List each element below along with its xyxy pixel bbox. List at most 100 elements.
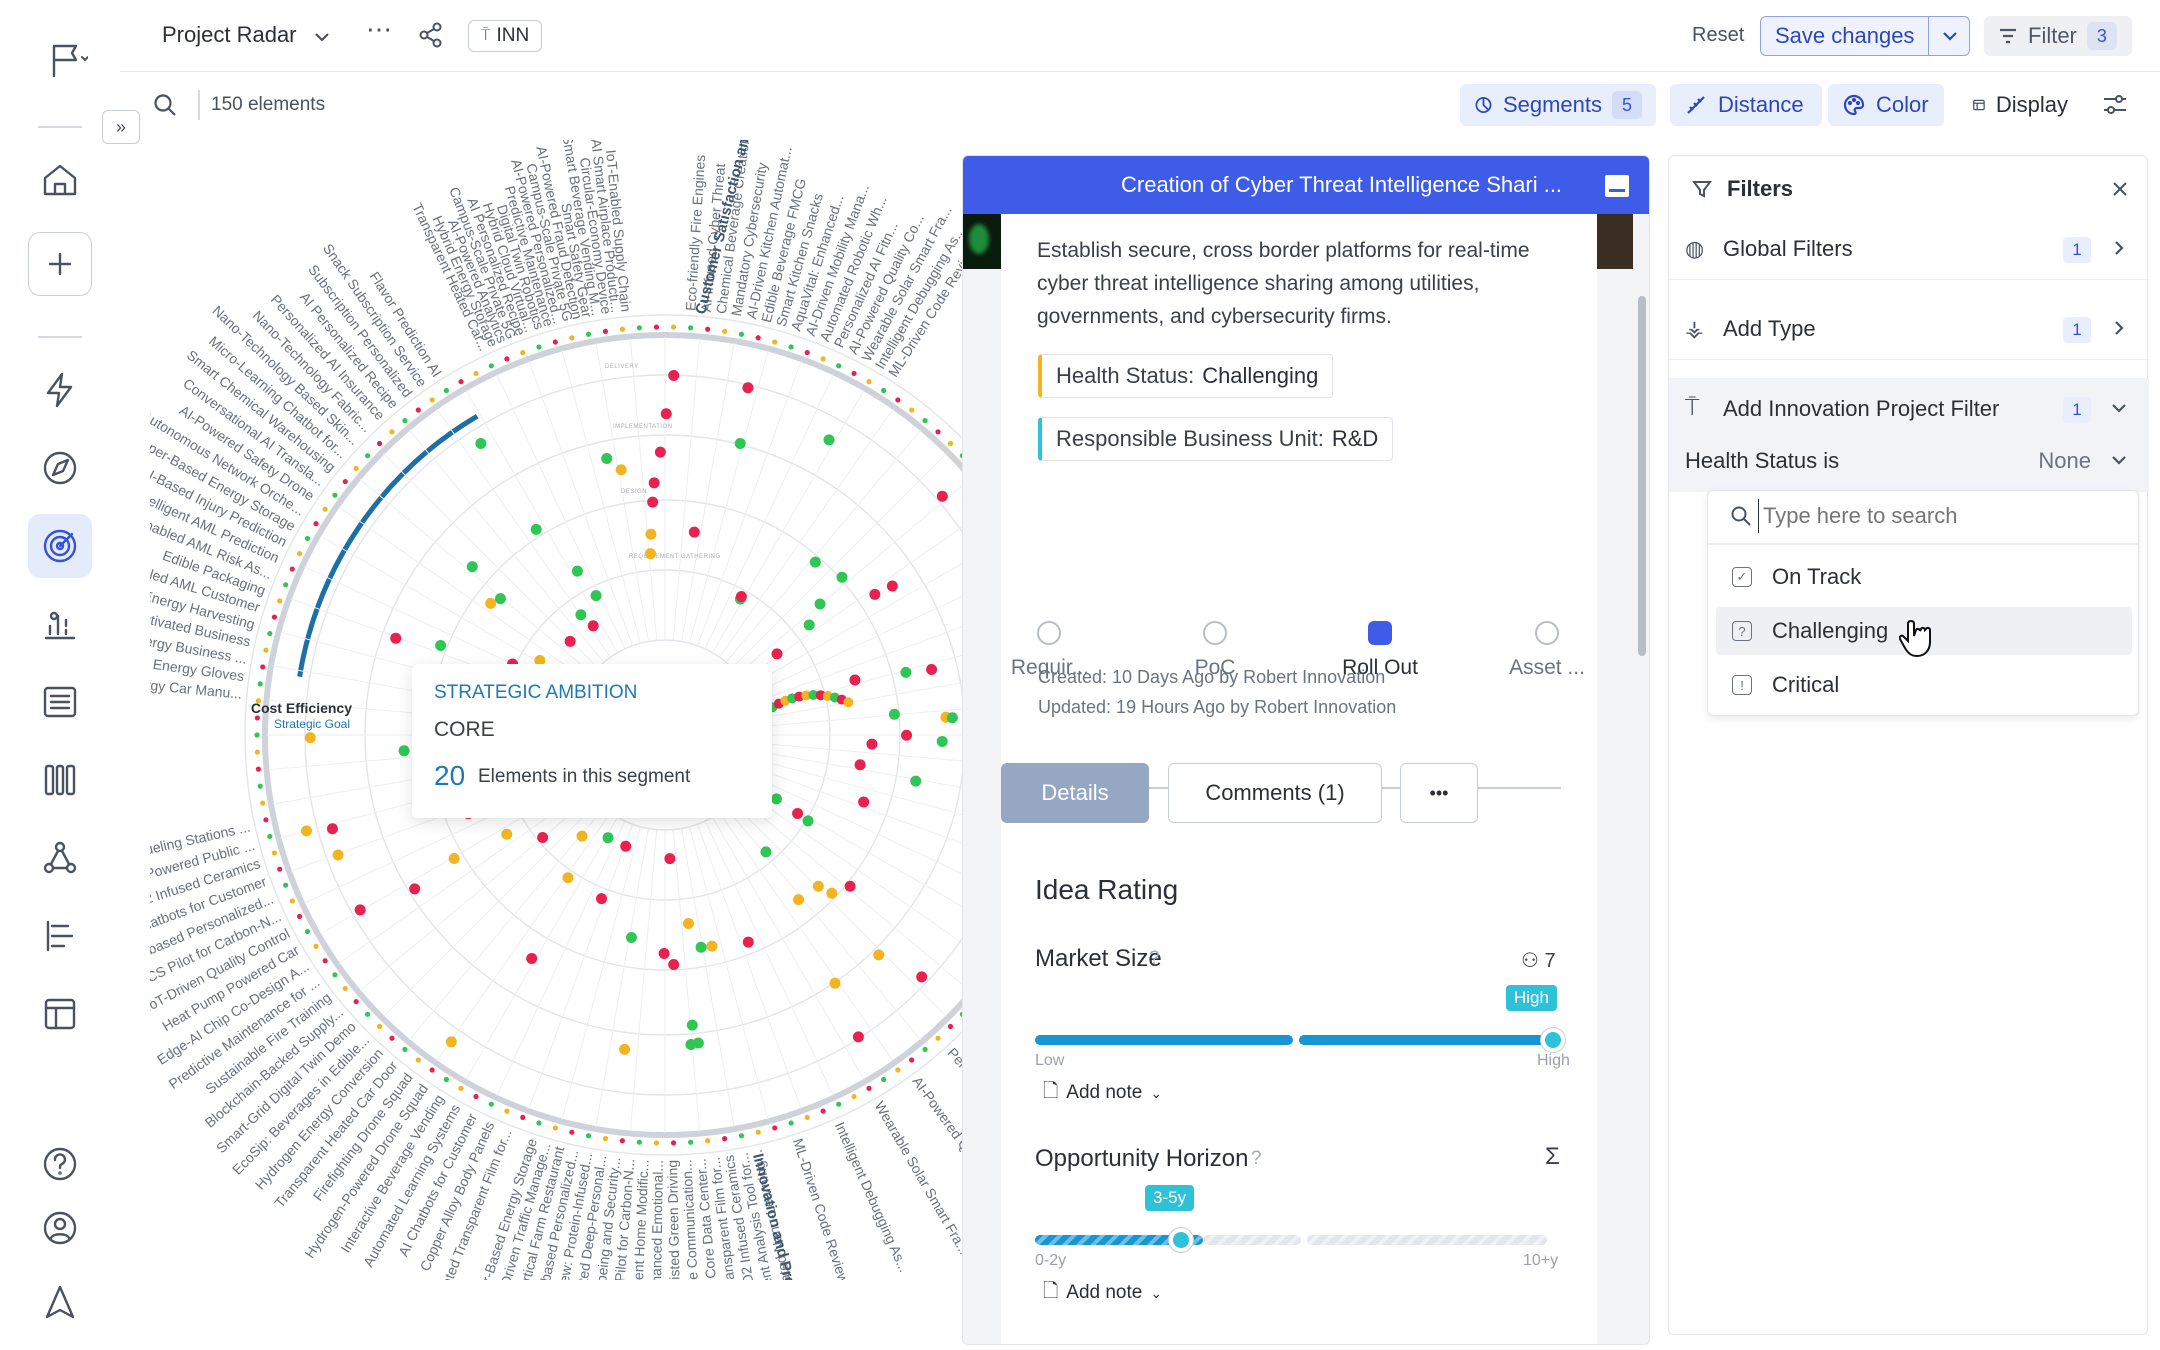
help-icon[interactable] [28, 1132, 92, 1196]
network-icon[interactable] [28, 826, 92, 890]
radar-element-dot[interactable] [886, 580, 898, 592]
radar-element-dot[interactable] [494, 593, 506, 605]
radar-element-dot[interactable] [576, 830, 588, 842]
radar-element-dot[interactable] [829, 977, 841, 989]
user-icon[interactable] [28, 1196, 92, 1260]
radar-element-dot[interactable] [873, 949, 885, 961]
radar-element-dot[interactable] [858, 796, 870, 808]
radar-element-dot[interactable] [526, 953, 538, 965]
more-options-icon[interactable]: ⋯ [366, 14, 392, 45]
search-icon[interactable] [152, 92, 178, 118]
market-size-slider-thumb[interactable] [1541, 1028, 1565, 1052]
radar-element-dot[interactable] [645, 528, 657, 540]
radar-element-dot[interactable] [742, 936, 754, 948]
radar-element-dot[interactable] [823, 434, 835, 446]
radar-element-dot[interactable] [647, 496, 659, 508]
radar-element-dot[interactable] [770, 793, 782, 805]
radar-element-dot[interactable] [803, 619, 815, 631]
radar-element-dot[interactable] [537, 832, 549, 844]
health-status-condition[interactable]: Health Status is None [1669, 430, 2149, 492]
minimize-icon[interactable] [1605, 175, 1629, 197]
radar-element-dot[interactable] [916, 971, 928, 983]
radar-element-dot[interactable] [398, 745, 410, 757]
radar-element-dot[interactable] [658, 948, 670, 960]
radar-element-dot[interactable] [602, 832, 614, 844]
segments-button[interactable]: Segments 5 [1460, 84, 1656, 126]
list-icon[interactable] [28, 670, 92, 734]
more-tabs-button[interactable]: ••• [1400, 763, 1478, 823]
radar-element-dot[interactable] [760, 846, 772, 858]
radar-element-dot[interactable] [793, 894, 805, 906]
radar-element-dot[interactable] [448, 852, 460, 864]
radar-element-dot[interactable] [562, 872, 574, 884]
columns-icon[interactable] [28, 748, 92, 812]
radar-element-dot[interactable] [485, 597, 497, 609]
add-note-button[interactable]: 🗋 Add note ⌄ [1043, 1277, 1162, 1309]
radar-element-dot[interactable] [792, 807, 804, 819]
filter-button[interactable]: Filter 3 [1984, 16, 2132, 56]
radar-element-dot[interactable] [660, 408, 672, 420]
radar-element-dot[interactable] [735, 591, 747, 603]
reset-button[interactable]: Reset [1692, 24, 1744, 47]
lightning-icon[interactable] [28, 358, 92, 422]
radar-element-dot[interactable] [826, 887, 838, 899]
radar-element-dot[interactable] [354, 904, 366, 916]
radar-element-dot[interactable] [620, 840, 632, 852]
radar-element-dot[interactable] [326, 823, 338, 835]
step-dot[interactable] [1037, 621, 1061, 645]
radar-element-dot[interactable] [910, 775, 922, 787]
radar-element-dot[interactable] [812, 880, 824, 892]
radar-element-dot[interactable] [706, 940, 718, 952]
radar-element-dot[interactable] [332, 849, 344, 861]
radar-element-dot[interactable] [435, 640, 447, 652]
radar-element-dot[interactable] [809, 556, 821, 568]
distance-button[interactable]: Distance [1670, 84, 1822, 126]
radar-element-dot[interactable] [866, 738, 878, 750]
radar-element-dot[interactable] [936, 735, 948, 747]
radar-element-dot[interactable] [771, 648, 783, 660]
radar-element-dot[interactable] [596, 893, 608, 905]
radar-element-dot[interactable] [668, 369, 680, 381]
radar-element-dot[interactable] [571, 565, 583, 577]
radar-icon[interactable] [28, 514, 92, 578]
display-button[interactable]: Display [1958, 84, 2082, 126]
radar-element-dot[interactable] [654, 446, 666, 458]
chart-icon[interactable] [28, 592, 92, 656]
step-dot-active[interactable] [1368, 621, 1392, 645]
radar-element-dot[interactable] [900, 666, 912, 678]
radar-element-dot[interactable] [615, 464, 627, 476]
dropdown-search-input[interactable] [1758, 499, 2118, 533]
scrollbar[interactable] [1638, 296, 1646, 656]
home-icon[interactable] [28, 148, 92, 212]
horizon-slider-thumb[interactable] [1169, 1228, 1193, 1252]
radar-element-dot[interactable] [575, 609, 587, 621]
option-on-track[interactable]: ✓ On Track [1716, 553, 2132, 601]
radar-element-dot[interactable] [466, 561, 478, 573]
radar-element-dot[interactable] [445, 1036, 457, 1048]
radar-element-dot[interactable] [946, 712, 958, 724]
radar-element-dot[interactable] [814, 598, 826, 610]
expand-sidebar-button[interactable]: » [102, 110, 140, 144]
flag-menu-icon[interactable] [28, 28, 108, 92]
share-icon[interactable] [418, 22, 444, 48]
radar-element-dot[interactable] [501, 828, 513, 840]
radar-element-dot[interactable] [692, 1037, 704, 1049]
timeline-icon[interactable] [28, 904, 92, 968]
inn-tag[interactable]: ⍑ INN [468, 20, 542, 52]
radar-element-dot[interactable] [686, 1019, 698, 1031]
radar-element-dot[interactable] [300, 825, 312, 837]
help-icon[interactable]: ? [1149, 948, 1160, 970]
sum-icon[interactable]: Σ [1545, 1143, 1560, 1171]
radar-element-dot[interactable] [530, 523, 542, 535]
radar-element-label[interactable]: AI-Enhanced Emotional... [648, 1160, 666, 1280]
radar-element-dot[interactable] [619, 1043, 631, 1055]
radar-element-dot[interactable] [475, 438, 487, 450]
radar-element-dot[interactable] [844, 880, 856, 892]
step-dot[interactable] [1535, 621, 1559, 645]
radar-element-dot[interactable] [625, 931, 637, 943]
radar-element-dot[interactable] [664, 853, 676, 865]
radar-element-dot[interactable] [601, 452, 613, 464]
save-options-dropdown[interactable] [1928, 16, 1970, 56]
compass-icon[interactable] [28, 436, 92, 500]
radar-element-dot[interactable] [590, 590, 602, 602]
